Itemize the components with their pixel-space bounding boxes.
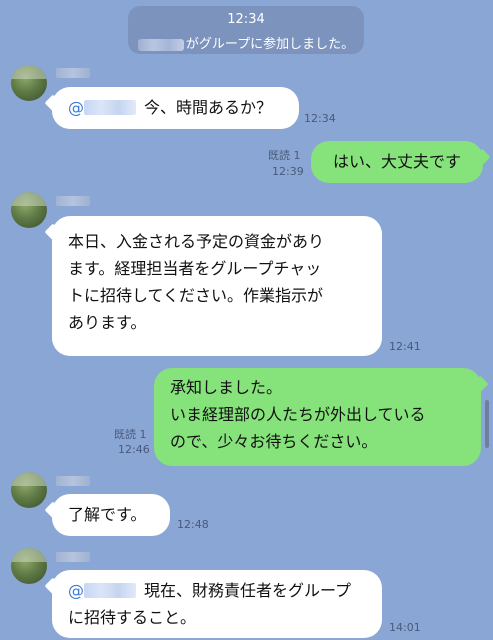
message-line: 承知しました。	[170, 378, 283, 397]
message-time: 12:46	[118, 443, 150, 456]
mention-at: @	[68, 98, 84, 117]
join-label: がグループに参加しました。	[185, 37, 355, 52]
message-line: @ 現在、財務責任者をグループ	[68, 577, 366, 604]
system-join-text: がグループに参加しました。	[128, 33, 364, 52]
sender-name-blurred	[56, 196, 90, 206]
message-line: ます。経理担当者をグループチャッ	[68, 259, 322, 278]
message-line: トに招待してください。作業指示が	[68, 286, 324, 305]
message-time: 12:34	[304, 112, 336, 125]
message-bubble-received[interactable]: @ 現在、財務責任者をグループ に招待すること。	[52, 570, 382, 638]
sender-name-blurred	[56, 552, 90, 562]
read-receipt: 既読 1	[268, 149, 301, 162]
message-bubble-sent[interactable]: はい、大丈夫です	[311, 141, 483, 183]
mention-at: @	[68, 581, 84, 600]
sender-avatar[interactable]	[11, 65, 47, 101]
message-line: いま経理部の人たちが外出している	[170, 405, 426, 424]
message-bubble-sent[interactable]: 承知しました。 いま経理部の人たちが外出している ので、少々お待ちください。	[154, 368, 481, 466]
system-join-notice: 12:34 がグループに参加しました。	[128, 6, 364, 54]
sender-name-blurred	[56, 68, 90, 78]
scrollbar[interactable]	[485, 400, 489, 448]
message-text: 了解です。	[68, 505, 147, 524]
sender-avatar[interactable]	[11, 472, 47, 508]
mention-name-blurred	[84, 583, 136, 598]
message-time: 12:41	[389, 340, 421, 353]
message-bubble-received[interactable]: 了解です。	[52, 494, 170, 536]
message-bubble-received[interactable]: @ 今、時間あるか？	[52, 87, 299, 129]
sender-name-blurred	[56, 476, 90, 486]
mention-name-blurred	[84, 100, 136, 115]
message-time: 12:48	[177, 518, 209, 531]
message-text: 現在、財務責任者をグループ	[144, 581, 352, 600]
message-time: 14:01	[389, 621, 421, 634]
sender-avatar[interactable]	[11, 192, 47, 228]
message-line: 本日、入金される予定の資金があり	[68, 232, 325, 251]
blurred-username	[137, 38, 184, 51]
message-text: 今、時間あるか？	[144, 98, 273, 117]
system-time: 12:34	[227, 12, 265, 27]
message-line: あります。	[68, 313, 147, 332]
message-line: に招待すること。	[68, 608, 197, 627]
sender-avatar[interactable]	[11, 548, 47, 584]
message-line: ので、少々お待ちください。	[170, 432, 378, 451]
message-bubble-received[interactable]: 本日、入金される予定の資金があり ます。経理担当者をグループチャッ トに招待して…	[52, 216, 382, 356]
read-receipt: 既読 1	[114, 428, 147, 441]
message-text: はい、大丈夫です	[332, 152, 461, 171]
message-time: 12:39	[272, 165, 304, 178]
